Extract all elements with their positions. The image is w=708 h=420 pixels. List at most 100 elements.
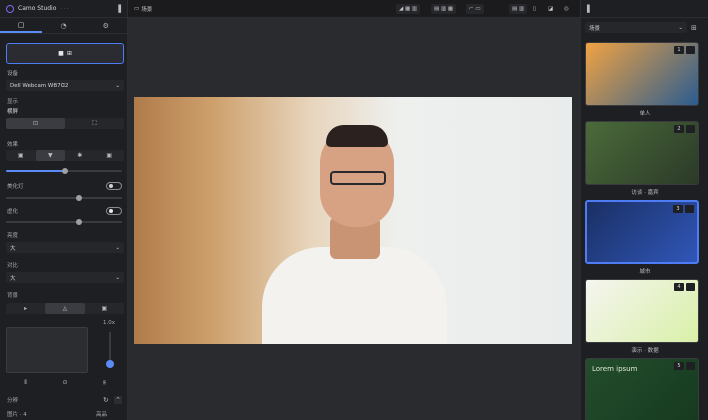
orientation-segment: ⊡ ⛶ (6, 118, 124, 129)
scene-filter-select[interactable]: 场景 ⌄ (585, 22, 687, 33)
beauty-light-toggle[interactable] (106, 182, 122, 190)
scene-menu-icon[interactable] (686, 362, 695, 370)
align-right-icon[interactable]: ⫵ (85, 377, 124, 388)
effect-frame-icon[interactable]: ▣ (95, 150, 125, 161)
gear-icon: ⚙ (102, 21, 109, 30)
chevron-down-icon: ⌄ (678, 24, 683, 31)
cursor-icon[interactable]: ▸ (6, 303, 45, 314)
row-1-label: 虚化 (7, 209, 19, 215)
view-tools-label: ▤ ▥ (512, 6, 525, 12)
contrast-value: 大 (10, 275, 16, 282)
scene-caption-1: 单人 (639, 111, 651, 117)
device-select[interactable]: Dell Webcam WB7ᗡ2 ⌄ (6, 80, 124, 91)
effect-sparkle-icon[interactable]: ✱ (65, 150, 95, 161)
scene-card-text: Lorem ipsum (592, 365, 638, 373)
video-stage (128, 18, 580, 420)
panel-toggle-icon[interactable]: ▯ (533, 4, 536, 14)
grid-tools[interactable]: ▤ ▥ ▦ (431, 4, 457, 14)
app-version: · · · (60, 5, 69, 12)
video-camera-icon: ■ (58, 50, 64, 57)
blur-slider[interactable] (6, 219, 122, 225)
tab-camera[interactable]: ▢ (0, 18, 43, 33)
pip-icon[interactable]: ◪ (548, 4, 553, 14)
app-titlebar: Camo Studio · · · ▐ (0, 0, 127, 18)
grid-tools-label: ▤ ▥ ▦ (434, 6, 454, 12)
effect-portrait-icon[interactable]: ▼ (35, 150, 65, 161)
person-glasses (330, 171, 386, 185)
collapse-icon[interactable]: ⌃ (114, 396, 122, 404)
person-shirt (262, 247, 447, 344)
scene-badge: 5 (674, 362, 684, 370)
beauty-slider[interactable] (6, 195, 122, 201)
background-label: 背景 (7, 293, 19, 299)
scene-menu-icon[interactable] (686, 125, 695, 133)
align-left-icon[interactable]: ⫴ (6, 377, 45, 388)
contrast-select[interactable]: 大 ⌄ (6, 272, 124, 283)
blur-toggle[interactable] (106, 207, 122, 215)
brightness-value: 大 (10, 245, 16, 252)
camera-preview[interactable] (134, 97, 572, 344)
layout-tools[interactable]: ◢ ▦ ▥ (396, 4, 421, 14)
zoom-readout: 1.0x (103, 320, 116, 326)
scene-card-3[interactable]: 3 (585, 200, 699, 264)
effect-none-icon[interactable]: ▣ (6, 150, 36, 161)
scene-menu-icon[interactable] (685, 205, 694, 213)
scene-card-2[interactable]: 2 (585, 121, 699, 185)
camo-studio-window: Camo Studio · · · ▐ ▢ ◔ ⚙ ■ ⊞ 设备 Dell We… (0, 0, 708, 420)
effect-strength-slider[interactable] (6, 168, 122, 174)
chevron-down-icon: ⌄ (115, 244, 120, 251)
footer-label: 分辨 (7, 398, 19, 404)
background-segment: ▸ ◬ ▣ (6, 303, 124, 314)
device-label: 设备 (7, 71, 19, 77)
scene-menu-icon[interactable] (686, 46, 695, 54)
person-hair (326, 125, 388, 147)
row-0-label: 美化灯 (7, 184, 24, 190)
chevron-down-icon: ⌄ (115, 274, 120, 281)
scene-menu-icon[interactable] (686, 283, 695, 291)
frame-tools[interactable]: ⌐ ▭ (466, 4, 484, 14)
scene-icon: ▭ (134, 6, 140, 12)
scene-caption-4: 演示 · 数据 (631, 348, 659, 354)
fullscreen-icon[interactable]: ⛶ (65, 118, 124, 129)
effects-segment: ▣ ▼ ✱ ▣ (6, 150, 124, 161)
sidebar-toggle-icon[interactable]: ▌ (587, 5, 592, 13)
row-2-label: 亮度 (7, 233, 19, 239)
crop-preview[interactable] (6, 327, 88, 373)
align-center-icon[interactable]: ⊙ (45, 377, 84, 388)
zoom-slider[interactable] (106, 332, 114, 368)
portrait-icon[interactable]: ⊡ (6, 118, 65, 129)
device-value: Dell Webcam WB7ᗡ2 (10, 82, 69, 89)
align-buttons: ⫴ ⊙ ⫵ (6, 377, 124, 388)
scene-badge: 1 (674, 46, 684, 54)
grid-view-icon[interactable]: ⊞ (691, 24, 697, 32)
scene-caption-2: 访谈 · 嘉宾 (631, 190, 659, 196)
scene-card-4[interactable]: 4 (585, 279, 699, 343)
scene-caption-3: 城市 (639, 269, 651, 275)
scene-badge: 4 (674, 283, 684, 291)
refresh-icon[interactable]: ↻ (103, 396, 109, 404)
tab-effects[interactable]: ◔ (42, 18, 84, 33)
scene-label: 场景 (141, 7, 153, 13)
tab-settings[interactable]: ⚙ (85, 18, 127, 33)
row-3-label: 对比 (7, 263, 19, 269)
person-icon[interactable]: ◬ (45, 303, 85, 314)
settings-circle-icon[interactable]: ◎ (564, 4, 569, 14)
brightness-select[interactable]: 大 ⌄ (6, 242, 124, 253)
left-sidebar: Camo Studio · · · ▐ ▢ ◔ ⚙ ■ ⊞ 设备 Dell We… (0, 0, 128, 420)
collapse-sidebar-icon[interactable]: ▐ (116, 5, 121, 13)
scene-card-1[interactable]: 1 (585, 42, 699, 106)
effects-label: 效果 (7, 142, 19, 148)
camera-icon: ▢ (17, 20, 25, 29)
scenes-topbar: ▌ (581, 0, 708, 18)
chevron-down-icon: ⌄ (115, 82, 120, 89)
frame-tools-label: ⌐ ▭ (469, 6, 481, 12)
view-tools[interactable]: ▤ ▥ (509, 4, 528, 14)
camera-toggle-button[interactable]: ■ ⊞ (6, 43, 124, 64)
format-value: 横屏 (7, 109, 19, 115)
image-icon[interactable]: ▣ (85, 303, 124, 314)
app-logo-icon (6, 4, 14, 13)
footer-label-2: 图片 · 4 (7, 412, 27, 418)
scene-card-5[interactable]: Lorem ipsum 5 (585, 358, 699, 420)
scene-badge: 3 (673, 205, 683, 213)
format-label: 显示 (7, 99, 19, 105)
